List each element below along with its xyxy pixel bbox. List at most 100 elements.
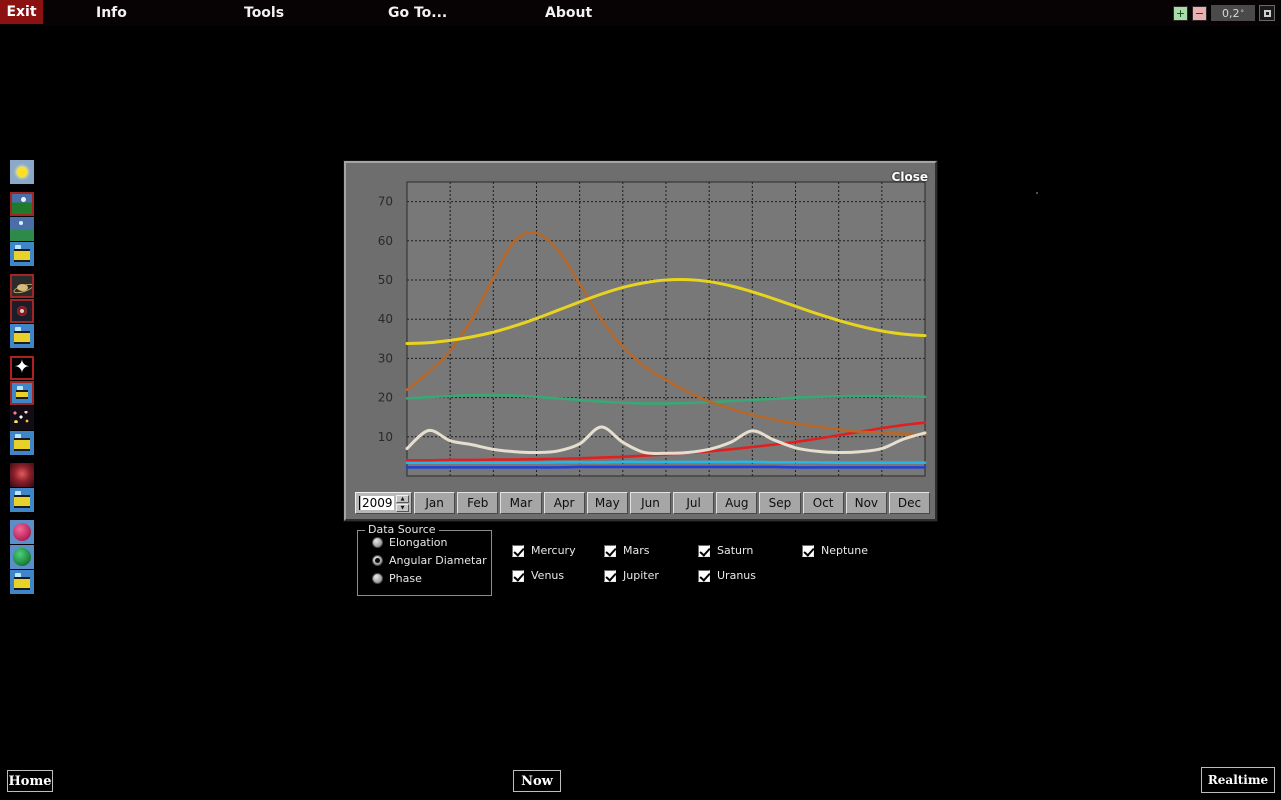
data-source-group: Data Source Elongation Angular Diametar … <box>357 523 492 596</box>
planet-column-4: Neptune <box>802 538 868 563</box>
grid-settings-icon[interactable] <box>10 324 34 348</box>
sidebar-group-stars <box>10 356 36 455</box>
deepsky-eye-icon[interactable] <box>10 299 34 323</box>
sphere-green-icon[interactable] <box>10 545 34 569</box>
landscape-icon[interactable] <box>10 192 34 216</box>
home-button[interactable]: Home <box>7 770 53 792</box>
menu-item-tools[interactable]: Tools <box>244 2 284 24</box>
month-button-dec[interactable]: Dec <box>888 492 931 514</box>
checkbox-label: Uranus <box>717 569 756 582</box>
radio-elongation[interactable]: Elongation <box>372 536 491 549</box>
checkbox-label: Jupiter <box>623 569 659 582</box>
checkbox-neptune[interactable]: Neptune <box>802 538 868 563</box>
radio-phase[interactable]: Phase <box>372 572 491 585</box>
planet-column-1: Mercury Venus <box>512 538 576 588</box>
checkbox-mars[interactable]: Mars <box>604 538 659 563</box>
spinner-up-icon[interactable]: ▲ <box>396 495 409 503</box>
checkbox-saturn[interactable]: Saturn <box>698 538 756 563</box>
year-input[interactable]: 2009 ▲ ▼ <box>355 492 412 514</box>
application-window: Exit Info Tools Go To... About + − 0,2° <box>0 0 1281 800</box>
top-menu-bar: Exit Info Tools Go To... About + − 0,2 ° <box>0 0 1281 26</box>
radio-angular-diametar[interactable]: Angular Diametar <box>372 554 491 567</box>
planet-saturn-icon[interactable] <box>10 274 34 298</box>
checkbox-icon[interactable] <box>698 544 710 557</box>
planet-column-3: Saturn Uranus <box>698 538 756 588</box>
date-selector-bar: 2009 ▲ ▼ Jan Feb Mar Apr May Jun Jul Aug… <box>355 491 931 515</box>
checkbox-label: Mars <box>623 544 650 557</box>
close-link[interactable]: Close <box>892 170 928 184</box>
checkbox-label: Saturn <box>717 544 754 557</box>
sphere-red-icon[interactable] <box>10 520 34 544</box>
checkbox-uranus[interactable]: Uranus <box>698 563 756 588</box>
now-button[interactable]: Now <box>513 770 561 792</box>
checkbox-jupiter[interactable]: Jupiter <box>604 563 659 588</box>
month-button-oct[interactable]: Oct <box>802 492 844 514</box>
checkbox-label: Mercury <box>531 544 576 557</box>
sky-star-dot <box>1036 192 1038 194</box>
month-button-feb[interactable]: Feb <box>457 492 499 514</box>
checkbox-icon[interactable] <box>604 544 616 557</box>
y-axis-tick-label: 50 <box>378 273 393 287</box>
checkbox-icon[interactable] <box>512 544 524 557</box>
spinner-down-icon[interactable]: ▼ <box>396 504 409 512</box>
checkbox-venus[interactable]: Venus <box>512 563 576 588</box>
y-axis-tick-label: 40 <box>378 312 393 326</box>
atmosphere-icon[interactable] <box>10 217 34 241</box>
checkbox-icon[interactable] <box>802 544 814 557</box>
chart-plot-area: 10 20 30 40 50 60 70 <box>354 173 930 493</box>
month-button-may[interactable]: May <box>586 492 628 514</box>
checkbox-label: Neptune <box>821 544 869 557</box>
checkbox-icon[interactable] <box>698 569 710 582</box>
grid-settings-icon[interactable] <box>10 381 34 405</box>
month-button-sep[interactable]: Sep <box>759 492 801 514</box>
month-button-jun[interactable]: Jun <box>629 492 672 514</box>
month-button-aug[interactable]: Aug <box>716 492 758 514</box>
field-of-view-display: 0,2 ° <box>1211 5 1255 21</box>
sun-solar-system-icon[interactable] <box>10 160 34 184</box>
constellation-icon[interactable] <box>10 406 34 430</box>
zoom-in-button[interactable]: + <box>1173 5 1188 21</box>
menu-item-info[interactable]: Info <box>96 2 127 24</box>
zoom-out-button[interactable]: − <box>1192 5 1207 21</box>
checkbox-label: Venus <box>531 569 565 582</box>
month-button-nov[interactable]: Nov <box>845 492 887 514</box>
bottom-status-bar: Home Lat37 Lon-5 Now Time22460 Date11132… <box>0 764 1281 800</box>
month-button-jan[interactable]: Jan <box>414 492 456 514</box>
sidebar-group-planets <box>10 274 36 348</box>
y-axis-tick-label: 70 <box>378 195 393 209</box>
radio-icon-selected[interactable] <box>372 555 383 566</box>
sidebar-group-nebula <box>10 463 36 512</box>
menu-item-goto[interactable]: Go To... <box>388 2 447 24</box>
grid-settings-icon[interactable] <box>10 488 34 512</box>
exit-button[interactable]: Exit <box>0 0 43 24</box>
grid-settings-icon[interactable] <box>10 570 34 594</box>
grid-settings-icon[interactable] <box>10 431 34 455</box>
square-icon[interactable] <box>1259 5 1275 21</box>
realtime-button[interactable]: Realtime <box>1201 767 1275 793</box>
checkbox-icon[interactable] <box>604 569 616 582</box>
radio-icon[interactable] <box>372 573 383 584</box>
nebula-icon[interactable] <box>10 463 34 487</box>
view-controls: + − 0,2 ° <box>1173 4 1275 22</box>
angular-diameter-chart: 10 20 30 40 50 60 70 <box>354 173 930 493</box>
checkbox-mercury[interactable]: Mercury <box>512 538 576 563</box>
month-button-mar[interactable]: Mar <box>500 492 542 514</box>
fov-unit: ° <box>1240 9 1245 17</box>
y-axis-tick-label: 20 <box>378 391 393 405</box>
sidebar-group-spheres <box>10 520 36 594</box>
y-axis-tick-label: 60 <box>378 234 393 248</box>
star-icon[interactable] <box>10 356 34 380</box>
radio-icon[interactable] <box>372 537 383 548</box>
month-button-apr[interactable]: Apr <box>543 492 585 514</box>
checkbox-icon[interactable] <box>512 569 524 582</box>
angular-diameter-dialog: Close 10 20 30 40 50 60 70 2009 ▲ ▼ Jan Feb Ma… <box>344 161 937 521</box>
grid-settings-icon[interactable] <box>10 242 34 266</box>
data-source-title: Data Source <box>365 523 439 536</box>
y-axis-tick-label: 30 <box>378 351 393 365</box>
sidebar-group-solar <box>10 160 36 184</box>
year-spinner[interactable]: ▲ ▼ <box>396 495 409 512</box>
y-axis-tick-label: 10 <box>378 430 393 444</box>
menu-item-about[interactable]: About <box>545 2 592 24</box>
sidebar <box>10 160 36 602</box>
month-button-jul[interactable]: Jul <box>673 492 715 514</box>
